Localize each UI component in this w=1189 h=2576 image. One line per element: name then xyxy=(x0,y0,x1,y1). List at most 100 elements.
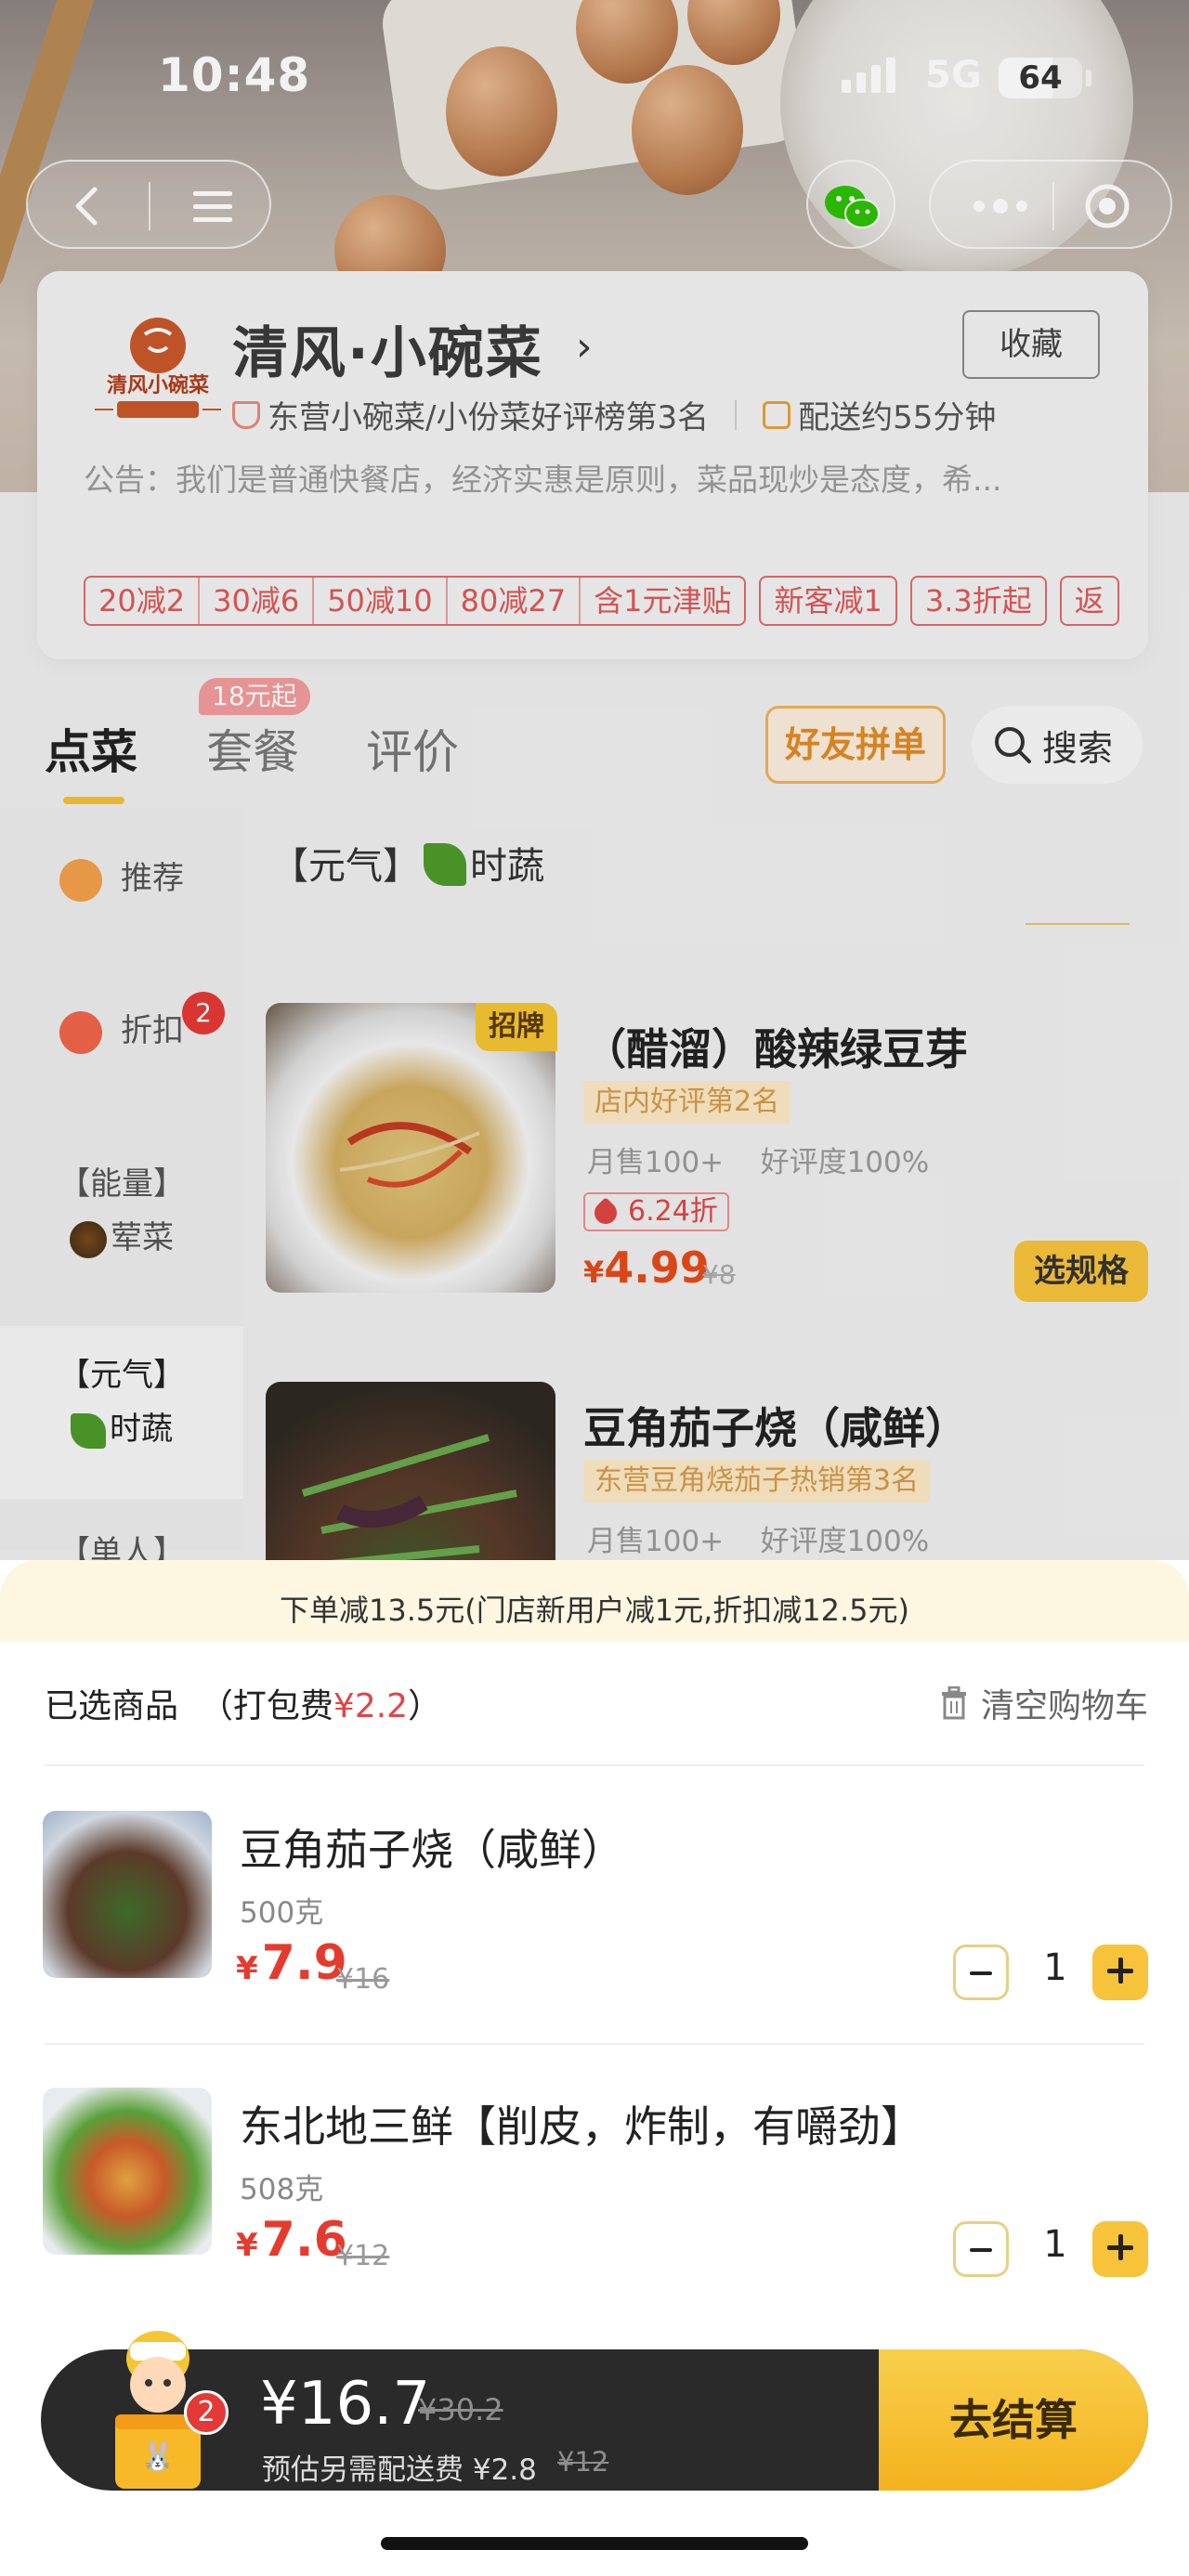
cart-item-original-price: ¥16 xyxy=(336,1963,390,1996)
currency-symbol: ¥ xyxy=(236,1950,258,1987)
sidebar-item-vegetable[interactable]: 【元气】 时蔬 xyxy=(0,1326,243,1499)
cart-item-weight: 500克 xyxy=(240,1896,324,1930)
chevron-right-icon[interactable]: › xyxy=(576,323,593,371)
clear-cart-label: 清空购物车 xyxy=(981,1687,1149,1725)
sidebar-item-recommend[interactable]: 推荐 xyxy=(0,852,243,902)
product-rank-badge: 东营豆角烧茄子热销第3名 xyxy=(583,1460,931,1503)
close-miniprogram-icon[interactable] xyxy=(1083,182,1131,230)
active-tab-indicator xyxy=(63,797,124,804)
wechat-share-button[interactable] xyxy=(806,160,895,249)
category-title-suffix: 时蔬 xyxy=(470,845,544,888)
price-value: 4.99 xyxy=(604,1242,710,1293)
sidebar-item-label: 时蔬 xyxy=(110,1411,173,1448)
bookmark-icon xyxy=(59,858,102,902)
sidebar-item-label: 折扣 xyxy=(121,1012,184,1049)
packing-fee-suffix: ） xyxy=(408,1687,442,1725)
discount-icon xyxy=(59,1010,102,1054)
group-order-button[interactable]: 好友拼单 xyxy=(765,706,946,784)
rating: 好评度100% xyxy=(760,1146,930,1179)
category-sidebar: 推荐 折扣 2 【能量】 荤菜 【元气】 时蔬 【单人】 xyxy=(0,808,243,1571)
discount-tier: 30减6 xyxy=(200,578,315,624)
wechat-icon xyxy=(825,186,880,228)
cart-item-weight: 508克 xyxy=(240,2173,324,2206)
tab-combo[interactable]: 套餐 xyxy=(206,715,299,782)
increase-quantity-button[interactable] xyxy=(1092,2221,1148,2277)
new-customer-tag: 新客减1 xyxy=(759,576,897,626)
divider xyxy=(45,1764,1144,1766)
app-screen: 10:48 5G 64 清风小碗菜 清风·小碗菜 › 收藏 东营小碗菜/小份菜好… xyxy=(0,0,1189,2576)
discount-tag-icon xyxy=(590,1197,621,1229)
original-price: ¥8 xyxy=(702,1259,736,1290)
category-title: 【元气】 时蔬 xyxy=(271,836,544,890)
sidebar-item-label: 推荐 xyxy=(121,860,184,897)
battery-level: 64 xyxy=(1018,59,1063,97)
tab-order[interactable]: 点菜 xyxy=(45,715,137,782)
svg-text:清风小碗菜: 清风小碗菜 xyxy=(107,373,209,397)
cart-count-badge: 2 xyxy=(184,2390,229,2435)
discount-tier: 20减2 xyxy=(98,578,201,624)
decrease-quantity-button[interactable] xyxy=(953,1945,1009,2000)
tab-reviews[interactable]: 评价 xyxy=(366,715,459,782)
sidebar-item-label: 荤菜 xyxy=(111,1219,174,1256)
product-card[interactable]: 豆角茄子烧（咸鲜） 东营豆角烧茄子热销第3名 月售100+ 好评度100% xyxy=(266,1382,1157,1672)
sidebar-badge: 2 xyxy=(182,992,225,1034)
clear-cart-button[interactable]: 清空购物车 xyxy=(938,1679,1148,1727)
divider xyxy=(1026,923,1130,925)
choose-spec-button[interactable]: 选规格 xyxy=(1014,1241,1148,1302)
category-title-text: 【元气】 xyxy=(271,845,420,888)
store-rank-row: 东营小碗菜/小份菜好评榜第3名 配送约55分钟 xyxy=(232,392,996,437)
cart-item-name: 豆角茄子烧（咸鲜） xyxy=(240,1825,624,1875)
more-icon[interactable] xyxy=(968,186,1033,227)
status-bar: 10:48 5G 64 xyxy=(0,0,1189,158)
discount-tiers-tag: 20减2 30减6 50减10 80减27 含1元津贴 xyxy=(84,576,747,626)
signature-badge: 招牌 xyxy=(476,1003,557,1051)
product-rank-badge: 店内好评第2名 xyxy=(583,1081,791,1124)
selected-label: 已选商品 xyxy=(45,1687,179,1725)
back-icon[interactable] xyxy=(63,182,111,230)
delivery-time: 配送约55分钟 xyxy=(798,399,997,436)
monthly-sales: 月售100+ xyxy=(587,1146,725,1179)
selected-items-header: 已选商品 （打包费¥2.2） xyxy=(45,1679,441,1727)
cart-item-price: ¥7.9 xyxy=(236,1935,347,1991)
clock: 10:48 xyxy=(158,48,311,102)
price-value: 7.6 xyxy=(261,2212,347,2268)
ranking-icon xyxy=(232,400,260,429)
checkout-button[interactable]: 去结算 xyxy=(879,2349,1148,2491)
packing-fee: ¥2.2 xyxy=(333,1687,409,1725)
increase-quantity-button[interactable] xyxy=(1092,1945,1148,2000)
nav-capsule-left xyxy=(26,160,271,249)
store-name[interactable]: 清风·小碗菜 xyxy=(232,308,543,389)
sidebar-item-meat[interactable]: 【能量】 荤菜 xyxy=(0,1157,243,1265)
quantity-value: 1 xyxy=(1043,2223,1067,2266)
divider xyxy=(45,2043,1144,2045)
currency-symbol: ¥ xyxy=(236,2227,258,2264)
search-label: 搜索 xyxy=(1042,727,1114,769)
rating: 好评度100% xyxy=(760,1525,930,1558)
delivery-fee: 预估另需配送费 ¥2.8 xyxy=(262,2453,537,2487)
network-label: 5G xyxy=(925,54,982,97)
search-button[interactable]: 搜索 xyxy=(972,706,1143,784)
packing-fee-prefix: （打包费 xyxy=(199,1687,333,1725)
price-value: 7.9 xyxy=(261,1935,347,1991)
product-card[interactable]: 招牌 （醋溜）酸辣绿豆芽 店内好评第2名 月售100+ 好评度100% 6.24… xyxy=(266,1003,1157,1302)
sidebar-item-discount[interactable]: 折扣 2 xyxy=(0,992,243,1054)
svg-text:🐰: 🐰 xyxy=(140,2439,175,2473)
store-notice[interactable]: 公告：我们是普通快餐店，经济实惠是原则，菜品现炒是态度，希... xyxy=(84,455,1124,500)
promo-tags[interactable]: 20减2 30减6 50减10 80减27 含1元津贴 新客减1 3.3折起 返 xyxy=(37,566,1148,631)
menu-icon[interactable] xyxy=(189,184,236,228)
discount-start-tag: 3.3折起 xyxy=(909,576,1047,626)
home-indicator[interactable] xyxy=(381,2537,808,2550)
cashback-tag: 返 xyxy=(1059,576,1119,626)
product-meta: 月售100+ 好评度100% xyxy=(587,1138,929,1180)
product-name: 豆角茄子烧（咸鲜） xyxy=(583,1403,968,1453)
meat-dish-icon xyxy=(70,1220,107,1258)
quantity-value: 1 xyxy=(1043,1946,1067,1989)
decrease-quantity-button[interactable] xyxy=(953,2221,1009,2277)
cart-item: 东北地三鲜【削皮，炸制，有嚼劲】 508克 ¥7.6 ¥12 1 xyxy=(43,2088,1157,2292)
store-rank-text[interactable]: 东营小碗菜/小份菜好评榜第3名 xyxy=(268,392,709,437)
favorite-button[interactable]: 收藏 xyxy=(962,310,1100,379)
cart-item-price: ¥7.6 xyxy=(236,2212,347,2268)
cart-item-image xyxy=(43,1811,212,1978)
cart-item-name: 东北地三鲜【削皮，炸制，有嚼劲】 xyxy=(240,2101,923,2152)
leaf-icon xyxy=(71,1412,106,1449)
